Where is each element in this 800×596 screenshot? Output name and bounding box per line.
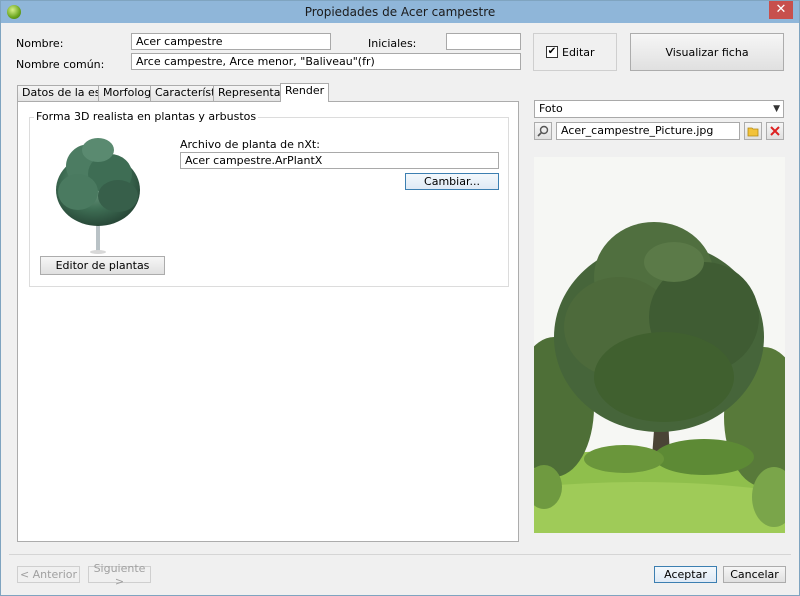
- nombre-comun-input[interactable]: Arce campestre, Arce menor, "Baliveau"(f…: [131, 53, 521, 70]
- tab-render[interactable]: Render: [280, 83, 330, 102]
- photo-file-input[interactable]: Acer_campestre_Picture.jpg: [556, 122, 740, 140]
- close-button[interactable]: ✕: [769, 1, 793, 19]
- archivo-input[interactable]: Acer campestre.ArPlantX: [180, 152, 499, 169]
- cambiar-button[interactable]: Cambiar...: [405, 173, 499, 190]
- open-folder-button[interactable]: [744, 122, 762, 140]
- render-tab-panel: Forma 3D realista en plantas y arbustos: [17, 101, 519, 542]
- group-title: Forma 3D realista en plantas y arbustos: [34, 110, 259, 123]
- species-photo: [534, 157, 785, 533]
- search-icon: [537, 125, 549, 137]
- title-bar: Propiedades de Acer campestre ✕: [1, 1, 799, 23]
- properties-window: Propiedades de Acer campestre ✕ Nombre: …: [0, 0, 800, 596]
- aceptar-button[interactable]: Aceptar: [654, 566, 717, 583]
- editor-plantas-button[interactable]: Editor de plantas: [40, 256, 165, 275]
- delete-icon: [770, 126, 780, 136]
- editar-label: Editar: [562, 46, 595, 59]
- nombre-label: Nombre:: [16, 37, 64, 50]
- archivo-label: Archivo de planta de nXt:: [180, 138, 320, 151]
- render-group: Forma 3D realista en plantas y arbustos: [29, 110, 509, 287]
- media-type-value: Foto: [539, 102, 563, 115]
- nombre-comun-label: Nombre común:: [16, 58, 105, 71]
- editar-checkbox[interactable]: ✔: [546, 46, 558, 58]
- editar-panel: ✔ Editar: [533, 33, 617, 71]
- folder-icon: [747, 127, 759, 137]
- anterior-button[interactable]: < Anterior: [17, 566, 80, 583]
- search-button[interactable]: [534, 122, 552, 140]
- iniciales-input[interactable]: [446, 33, 521, 50]
- cancelar-button[interactable]: Cancelar: [723, 566, 786, 583]
- nombre-input[interactable]: Acer campestre: [131, 33, 331, 50]
- plant-preview-image: [48, 130, 148, 256]
- window-title: Propiedades de Acer campestre: [304, 5, 496, 19]
- footer-separator: [9, 554, 791, 555]
- delete-photo-button[interactable]: [766, 122, 784, 140]
- siguiente-button[interactable]: Siguiente >: [88, 562, 151, 588]
- visualizar-ficha-button[interactable]: Visualizar ficha: [630, 33, 784, 71]
- chevron-down-icon: ▼: [773, 104, 780, 114]
- media-type-select[interactable]: Foto ▼: [534, 100, 784, 118]
- iniciales-label: Iniciales:: [368, 37, 417, 50]
